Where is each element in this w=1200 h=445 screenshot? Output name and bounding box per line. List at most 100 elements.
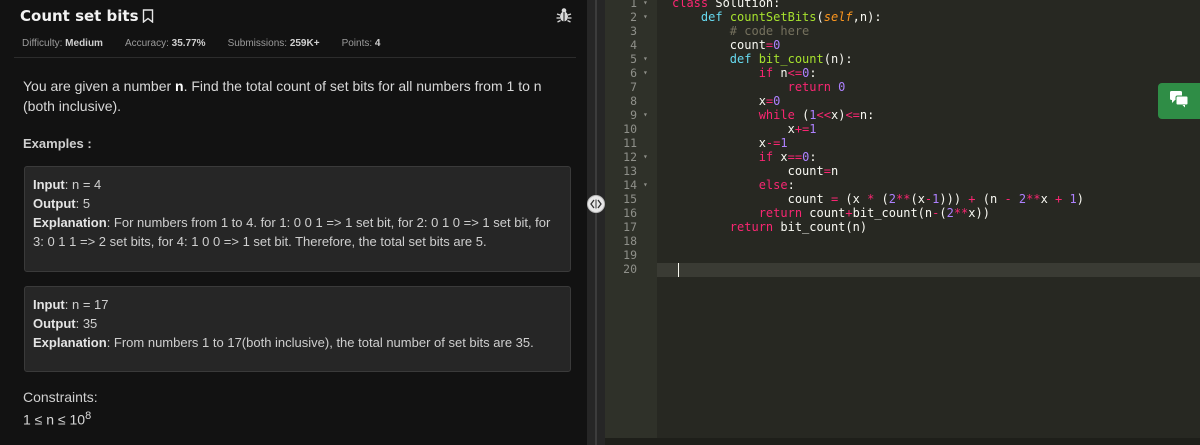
code-token: **	[1026, 192, 1041, 206]
fold-arrow-icon[interactable]: ▾	[643, 0, 648, 10]
code-token: # code here	[729, 24, 810, 38]
example-explanation: Explanation: For numbers from 1 to 4. fo…	[33, 213, 562, 251]
panel-splitter[interactable]	[587, 0, 605, 445]
code-line[interactable]: class Solution:	[672, 0, 780, 10]
fold-arrow-icon[interactable]: ▾	[643, 150, 648, 164]
code-token: :	[809, 150, 817, 164]
code-token: x	[672, 94, 766, 108]
line-number: 7	[630, 80, 637, 94]
code-token: while	[758, 108, 803, 122]
code-token: :	[809, 66, 817, 80]
line-number: 11	[623, 136, 637, 150]
code-token: =	[823, 164, 831, 178]
code-token: <=	[787, 66, 803, 80]
explanation-label: Explanation	[33, 215, 107, 230]
code-line[interactable]: # code here	[672, 24, 809, 38]
bookmark-icon[interactable]	[142, 9, 154, 24]
code-line[interactable]: return 0	[672, 80, 846, 94]
line-number: 4	[630, 38, 637, 52]
code-token: n	[780, 66, 788, 80]
code-token: +	[1055, 192, 1070, 206]
code-token: )	[1076, 192, 1084, 206]
code-line[interactable]: def countSetBits(self,n):	[672, 10, 882, 24]
divider	[14, 57, 576, 58]
points-value: 4	[374, 38, 381, 49]
code-line[interactable]: def bit_count(n):	[672, 52, 853, 66]
code-token: 1	[780, 136, 788, 150]
code-line[interactable]: x+=1	[672, 122, 817, 136]
code-token: +	[968, 192, 983, 206]
code-line[interactable]: return count+bit_count(n-(2**x))	[672, 206, 990, 220]
code-line[interactable]: if x==0:	[672, 150, 817, 164]
line-number: 6	[630, 66, 637, 80]
line-number: 5	[630, 52, 637, 66]
code-token: -=	[765, 136, 781, 150]
example-input: Input: n = 17	[33, 295, 562, 314]
code-editor[interactable]: 1 ▾ 2 ▾ 3 4 5 ▾ 6 ▾ 7 8 9 ▾ 10 11 12 ▾ 13 14 ▾ 15 16 17 18 19 20 c…	[605, 0, 1200, 445]
code-token: 0	[773, 94, 781, 108]
constraint-exponent: 8	[85, 410, 92, 422]
code-line[interactable]: x-=1	[672, 136, 788, 150]
code-token: def	[700, 10, 730, 24]
code-line[interactable]: if n<=0:	[672, 66, 817, 80]
code-line[interactable]: x=0	[672, 94, 781, 108]
example-input: Input: n = 4	[33, 175, 562, 194]
code-token: (	[816, 10, 824, 24]
code-token: :	[787, 178, 795, 192]
fold-arrow-icon[interactable]: ▾	[643, 108, 648, 122]
code-token: 0	[838, 80, 846, 94]
code-line[interactable]: count=n	[672, 164, 839, 178]
accuracy-label: Accuracy:	[124, 38, 169, 49]
fold-arrow-icon[interactable]: ▾	[643, 66, 648, 80]
chat-button[interactable]	[1158, 83, 1200, 119]
code-line[interactable]: else:	[672, 178, 795, 192]
submissions-value: 259K+	[289, 38, 320, 49]
code-token: Solution:	[715, 0, 781, 10]
fold-arrow-icon[interactable]: ▾	[643, 10, 648, 24]
line-number: 9	[630, 108, 637, 122]
bug-report-icon[interactable]	[555, 6, 573, 24]
code-line[interactable]: return bit_count(n)	[672, 220, 867, 234]
line-number: 18	[623, 234, 637, 248]
code-token: class	[672, 0, 716, 10]
code-token: +	[845, 206, 853, 220]
code-token: x	[780, 150, 788, 164]
splitter-bar	[595, 0, 597, 445]
code-token: 2	[946, 206, 954, 220]
code-line[interactable]: count = (x * (2**(x-1))) + (n - 2**x + 1…	[672, 192, 1084, 206]
code-token: (x	[845, 192, 868, 206]
line-number: 10	[623, 122, 637, 136]
code-token: count	[672, 164, 824, 178]
line-number: 8	[630, 94, 637, 108]
submissions: Submissions: 259K+	[228, 38, 320, 49]
code-token: **	[896, 192, 911, 206]
horizontal-scrollbar[interactable]	[605, 438, 1200, 445]
code-token: =	[830, 192, 846, 206]
code-line[interactable]: while (1<<x)<=n:	[672, 108, 875, 122]
output-value: : 5	[75, 196, 91, 211]
difficulty: Difficulty: Medium	[22, 38, 103, 49]
submissions-label: Submissions:	[227, 38, 288, 49]
input-label: Input	[33, 297, 65, 312]
fold-arrow-icon[interactable]: ▾	[643, 178, 648, 192]
problem-description: You are given a number n. Find the total…	[23, 76, 568, 116]
code-token: )))	[939, 192, 969, 206]
explanation-label: Explanation	[33, 335, 107, 350]
line-number: 13	[623, 164, 637, 178]
resize-handle-icon[interactable]	[587, 195, 605, 213]
code-token: count	[672, 192, 831, 206]
text-cursor	[678, 263, 679, 277]
fold-arrow-icon[interactable]: ▾	[643, 52, 648, 66]
output-value: : 35	[75, 316, 98, 331]
problem-meta: Difficulty: Medium Accuracy: 35.77% Subm…	[22, 38, 402, 49]
line-number-gutter: 1 ▾ 2 ▾ 3 4 5 ▾ 6 ▾ 7 8 9 ▾ 10 11 12 ▾ 13 14 ▾ 15 16 17 18 19 20	[605, 0, 657, 445]
code-line[interactable]: count=0	[672, 38, 781, 52]
code-token: <<	[816, 108, 831, 122]
input-value: : n = 4	[64, 177, 102, 192]
constraint-text: 1 ≤ n ≤ 108	[23, 410, 91, 428]
example-output: Output: 35	[33, 314, 562, 333]
code-token: return	[787, 80, 839, 94]
